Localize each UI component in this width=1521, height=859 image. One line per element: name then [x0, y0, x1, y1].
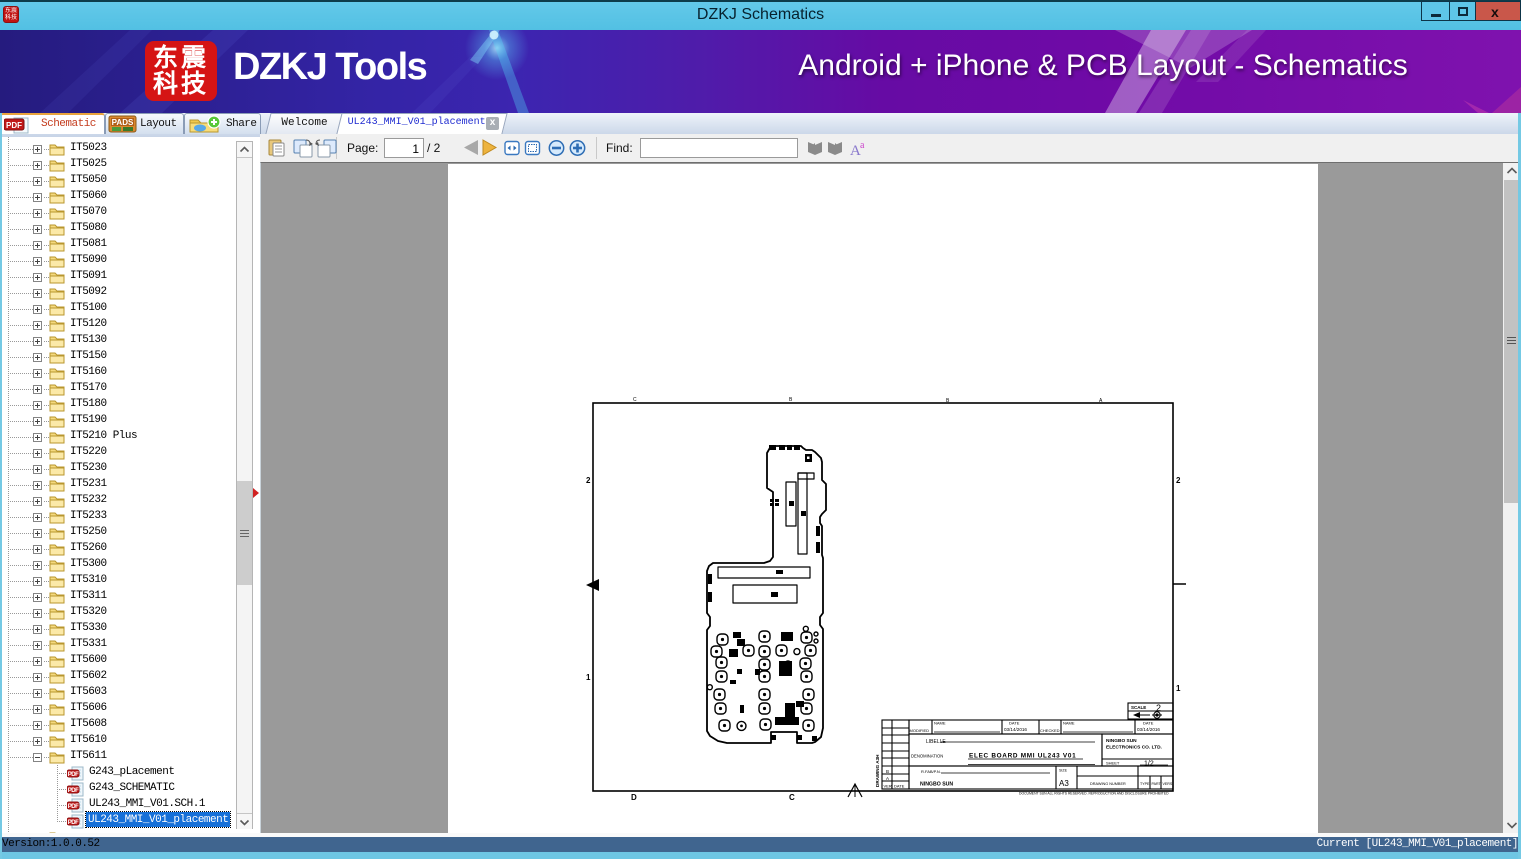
svg-text:A3: A3 [1059, 779, 1069, 788]
svg-text:SIZE: SIZE [1059, 769, 1068, 773]
svg-text:PDF: PDF [68, 788, 79, 794]
svg-text:PDF: PDF [68, 804, 79, 810]
svg-text:DENOMINATION: DENOMINATION [911, 754, 943, 759]
svg-text:PDF: PDF [68, 772, 79, 778]
svg-text:DATE: DATE [894, 784, 905, 789]
svg-text:03/14/2016: 03/14/2016 [1004, 727, 1027, 732]
svg-text:NINGBO SUN: NINGBO SUN [1106, 738, 1137, 744]
svg-text:DATE: DATE [1009, 721, 1020, 726]
svg-text:NAME: NAME [934, 721, 946, 726]
svg-text:ELEC BOARD MMI UL243 V01: ELEC BOARD MMI UL243 V01 [969, 753, 1076, 760]
svg-text:D: D [631, 793, 637, 802]
svg-text:NINGBO SUN: NINGBO SUN [920, 782, 953, 788]
svg-text:DRAWING A3H: DRAWING A3H [875, 754, 880, 787]
svg-text:1: 1 [1176, 684, 1181, 693]
svg-text:A: A [886, 776, 889, 781]
svg-text:DATE: DATE [1143, 721, 1154, 726]
svg-text:DOCUMENT SUN ALL RIGHTS RESERV: DOCUMENT SUN ALL RIGHTS RESERVED. REPROD… [1019, 792, 1169, 796]
svg-text:1: 1 [586, 673, 591, 682]
svg-text:C: C [789, 793, 795, 802]
svg-text:VER: VER [884, 784, 892, 789]
svg-text:B: B [789, 397, 793, 403]
svg-text:PADS: PADS [112, 118, 134, 127]
svg-text:R.FAB/P.N.: R.FAB/P.N. [921, 769, 941, 774]
svg-text:TYPE: TYPE [1140, 782, 1150, 786]
svg-text:03/14/2016: 03/14/2016 [1137, 727, 1160, 732]
svg-text:LIBELLE: LIBELLE [926, 739, 946, 745]
svg-text:a: a [860, 140, 865, 151]
svg-text:2: 2 [586, 476, 591, 485]
svg-text:PDF: PDF [6, 121, 22, 130]
svg-text:B: B [886, 769, 889, 774]
svg-text:C: C [633, 397, 637, 403]
svg-text:ELECTRONICS CO. LTD.: ELECTRONICS CO. LTD. [1106, 745, 1162, 751]
svg-text:CHECKED: CHECKED [1040, 728, 1060, 733]
svg-text:SCALE: SCALE [1131, 705, 1146, 710]
svg-text:PART: PART [1152, 782, 1162, 786]
svg-text:2: 2 [1176, 476, 1181, 485]
svg-text:PDF: PDF [68, 820, 79, 826]
svg-text:1/2: 1/2 [1144, 761, 1154, 768]
svg-text:NAME: NAME [1063, 721, 1075, 726]
svg-text:DRAWING NUMBER: DRAWING NUMBER [1090, 782, 1126, 786]
svg-text:VERS.: VERS. [1163, 782, 1174, 786]
svg-text:SHEET: SHEET [1106, 761, 1120, 766]
svg-text:MODIFIED: MODIFIED [910, 728, 930, 733]
